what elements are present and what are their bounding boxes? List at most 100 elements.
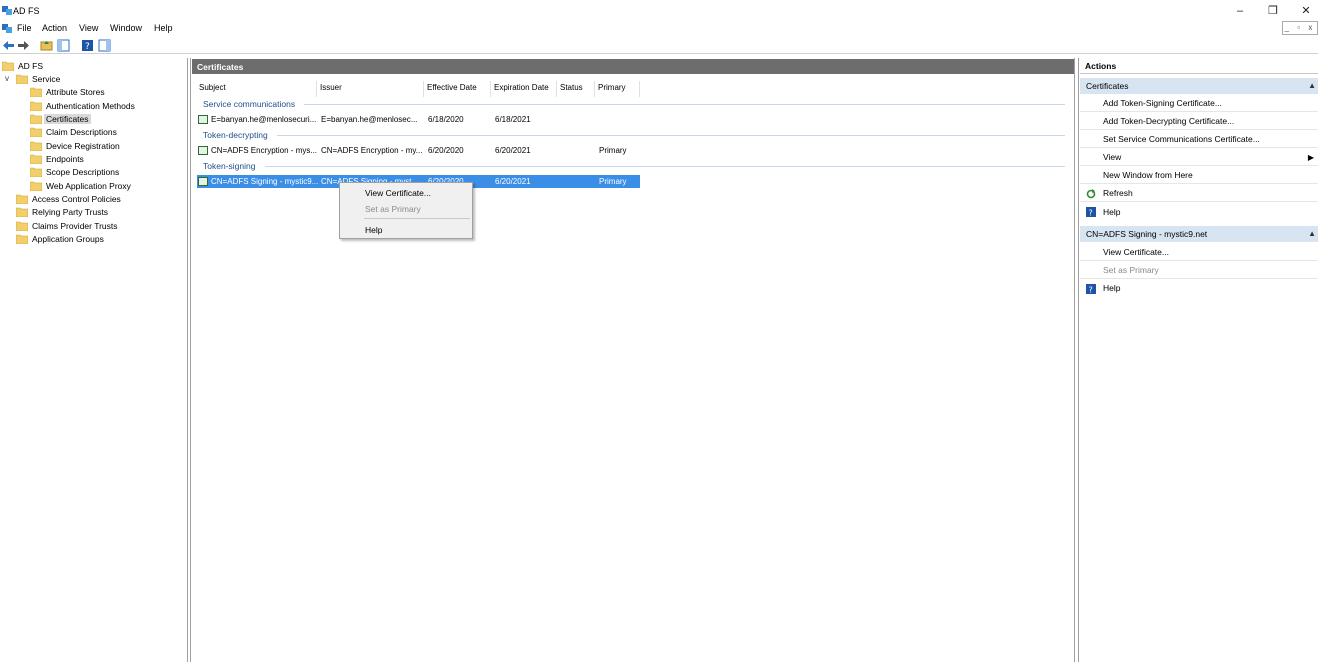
- context-menu: View Certificate... Set as Primary Help: [339, 182, 473, 239]
- folder-icon: [16, 194, 28, 204]
- cell-subject: E=banyan.he@menlosecuri...: [211, 115, 317, 124]
- folder-icon: [30, 87, 42, 97]
- certificate-icon: [198, 115, 208, 124]
- cell-effective: 6/18/2020: [428, 115, 464, 124]
- action-add-token-signing[interactable]: Add Token-Signing Certificate...: [1103, 98, 1222, 108]
- menu-help[interactable]: Help: [154, 23, 173, 33]
- folder-icon: [30, 141, 42, 151]
- column-primary[interactable]: Primary: [595, 81, 640, 97]
- folder-icon: [16, 234, 28, 244]
- certificate-icon: [198, 146, 208, 155]
- console-tree: AD FS v Service Attribute Stores Authent…: [0, 58, 188, 662]
- cell-expiration: 6/20/2021: [495, 177, 531, 186]
- action-new-window[interactable]: New Window from Here: [1103, 170, 1193, 180]
- close-button[interactable]: ✕: [1286, 2, 1318, 20]
- adfs-app-icon: [2, 6, 12, 15]
- collapse-icon[interactable]: ▲: [1308, 78, 1316, 94]
- folder-icon: [30, 167, 42, 177]
- action-divider: [1080, 201, 1318, 202]
- actions-section-selected-certificate[interactable]: CN=ADFS Signing - mystic9.net ▲: [1080, 226, 1318, 242]
- show-hide-action-pane-icon[interactable]: [98, 39, 111, 52]
- window-title: AD FS: [13, 6, 40, 16]
- folder-icon: [30, 114, 42, 124]
- cell-expiration: 6/18/2021: [495, 115, 531, 124]
- column-issuer[interactable]: Issuer: [317, 81, 424, 97]
- action-set-service-communications[interactable]: Set Service Communications Certificate..…: [1103, 134, 1260, 144]
- actions-section-certificates[interactable]: Certificates ▲: [1080, 78, 1318, 94]
- group-token-signing: Token-signing: [203, 161, 256, 171]
- pane-title: Certificates: [192, 59, 1074, 74]
- cell-subject: CN=ADFS Encryption - mys...: [211, 146, 318, 155]
- submenu-arrow-icon: ▶: [1307, 153, 1314, 162]
- menu-action[interactable]: Action: [42, 23, 67, 33]
- context-view-certificate[interactable]: View Certificate...: [365, 188, 431, 198]
- certificate-icon: [198, 177, 208, 186]
- action-divider: [1080, 260, 1318, 261]
- menu-window[interactable]: Window: [110, 23, 142, 33]
- certificates-pane: Certificates Subject Issuer Effective Da…: [190, 58, 1075, 662]
- table-row[interactable]: E=banyan.he@menlosecuri... E=banyan.he@m…: [197, 113, 640, 126]
- mdi-child-controls[interactable]: _ ▫ x: [1282, 21, 1318, 35]
- action-refresh[interactable]: Refresh: [1103, 188, 1133, 198]
- action-divider: [1080, 183, 1318, 184]
- folder-icon: [16, 221, 28, 231]
- table-row[interactable]: CN=ADFS Encryption - mys... CN=ADFS Encr…: [197, 144, 640, 157]
- refresh-icon: [1086, 189, 1096, 199]
- action-add-token-decrypting[interactable]: Add Token-Decrypting Certificate...: [1103, 116, 1234, 126]
- folder-icon: [16, 74, 28, 84]
- folder-icon: [30, 101, 42, 111]
- menu-file[interactable]: File: [17, 23, 32, 33]
- action-view[interactable]: View: [1103, 152, 1121, 162]
- action-view-certificate[interactable]: View Certificate...: [1103, 247, 1169, 257]
- actions-pane: Actions Certificates ▲ Add Token-Signing…: [1078, 58, 1318, 662]
- group-divider: [304, 104, 1065, 105]
- action-divider: [1080, 165, 1318, 166]
- action-help-2[interactable]: Help: [1103, 283, 1120, 293]
- context-help[interactable]: Help: [365, 225, 382, 235]
- title-bar: AD FS – ❐ ✕: [0, 0, 1318, 20]
- folder-icon: [30, 127, 42, 137]
- menu-bar: File Action View Window Help _ ▫ x: [0, 20, 1318, 36]
- svg-text:?: ?: [1089, 209, 1093, 218]
- cell-issuer: CN=ADFS Encryption - my...: [321, 146, 423, 155]
- column-status[interactable]: Status: [557, 81, 595, 97]
- help-icon: ?: [1086, 284, 1096, 294]
- column-effective-date[interactable]: Effective Date: [424, 81, 491, 97]
- action-divider: [1080, 111, 1318, 112]
- up-folder-icon[interactable]: [40, 39, 53, 52]
- collapse-icon[interactable]: ▲: [1308, 226, 1316, 242]
- cell-primary: Primary: [599, 177, 627, 186]
- action-help[interactable]: Help: [1103, 207, 1120, 217]
- action-divider: [1080, 129, 1318, 130]
- group-service-communications: Service communications: [203, 99, 296, 109]
- help-icon: ?: [1086, 207, 1096, 217]
- chevron-down-icon[interactable]: v: [5, 74, 9, 83]
- cell-subject: CN=ADFS Signing - mystic9...: [211, 177, 318, 186]
- folder-icon: [30, 154, 42, 164]
- help-icon[interactable]: ?: [81, 39, 94, 52]
- folder-icon: [16, 207, 28, 217]
- folder-icon: [30, 181, 42, 191]
- svg-text:?: ?: [85, 42, 90, 52]
- action-divider: [1080, 278, 1318, 279]
- menu-separator: [364, 218, 470, 219]
- group-divider: [265, 166, 1065, 167]
- show-hide-tree-icon[interactable]: [57, 39, 70, 52]
- cell-primary: Primary: [599, 146, 627, 155]
- menu-view[interactable]: View: [79, 23, 98, 33]
- column-subject[interactable]: Subject: [196, 81, 317, 97]
- cell-issuer: E=banyan.he@menlosec...: [321, 115, 418, 124]
- svg-text:?: ?: [1089, 286, 1093, 295]
- action-set-as-primary[interactable]: Set as Primary: [1103, 265, 1159, 275]
- forward-arrow-icon[interactable]: [17, 39, 30, 52]
- column-expiration-date[interactable]: Expiration Date: [491, 81, 557, 97]
- context-set-as-primary[interactable]: Set as Primary: [365, 204, 421, 214]
- group-token-decrypting: Token-decrypting: [203, 130, 268, 140]
- cell-effective: 6/20/2020: [428, 146, 464, 155]
- actions-title: Actions: [1080, 61, 1318, 74]
- mmc-icon: [2, 24, 12, 33]
- group-divider: [277, 135, 1065, 136]
- back-arrow-icon[interactable]: [2, 39, 15, 52]
- toolbar: ?: [0, 37, 1318, 54]
- folder-icon: [2, 61, 14, 71]
